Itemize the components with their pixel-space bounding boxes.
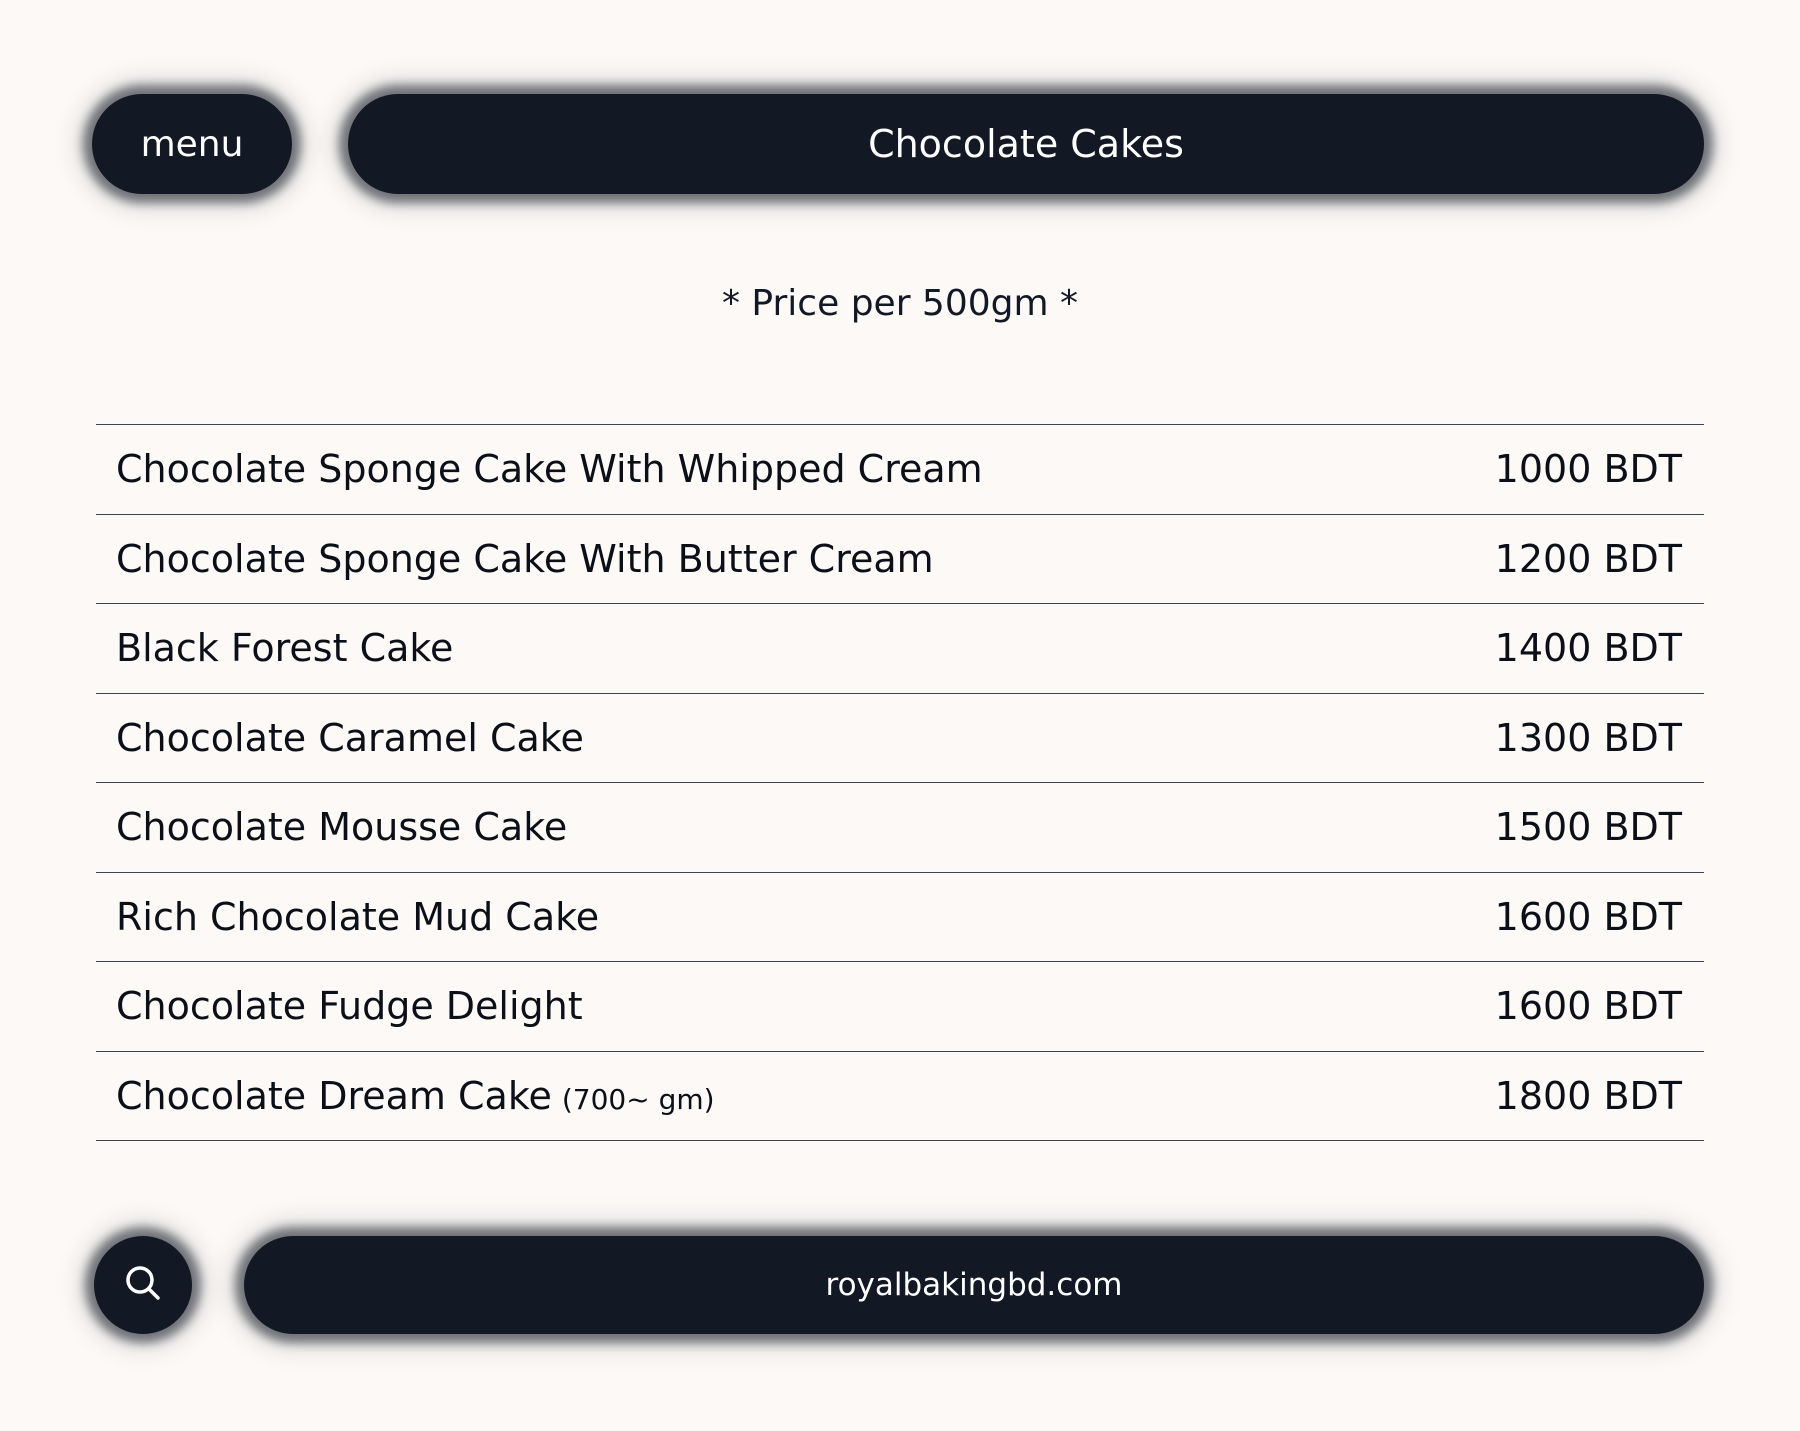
website-link[interactable]: royalbakingbd.com xyxy=(244,1236,1704,1334)
item-price: 1800 BDT xyxy=(1494,1073,1682,1118)
item-name: Black Forest Cake xyxy=(116,626,454,671)
list-item: Chocolate Sponge Cake With Butter Cream … xyxy=(96,515,1704,604)
menu-button-label: menu xyxy=(140,123,244,165)
item-name: Chocolate Sponge Cake With Butter Cream xyxy=(116,536,934,581)
list-item: Chocolate Caramel Cake 1300 BDT xyxy=(96,694,1704,783)
page-title: Chocolate Cakes xyxy=(868,122,1184,166)
item-price: 1000 BDT xyxy=(1494,447,1682,492)
item-price: 1400 BDT xyxy=(1494,626,1682,671)
item-price: 1300 BDT xyxy=(1494,715,1682,760)
item-name: Rich Chocolate Mud Cake xyxy=(116,894,600,939)
list-item: Chocolate Sponge Cake With Whipped Cream… xyxy=(96,425,1704,515)
list-item: Black Forest Cake 1400 BDT xyxy=(96,604,1704,694)
list-item: Rich Chocolate Mud Cake 1600 BDT xyxy=(96,873,1704,962)
page-title-bar: Chocolate Cakes xyxy=(348,94,1704,194)
item-name: Chocolate Sponge Cake With Whipped Cream xyxy=(116,447,983,492)
list-item: Chocolate Dream Cake (700~ gm) 1800 BDT xyxy=(96,1052,1704,1141)
menu-button[interactable]: menu xyxy=(92,94,292,194)
item-name: Chocolate Caramel Cake xyxy=(116,715,584,760)
item-price: 1500 BDT xyxy=(1494,805,1682,850)
price-list: Chocolate Sponge Cake With Whipped Cream… xyxy=(96,424,1704,1141)
item-name: Chocolate Fudge Delight xyxy=(116,984,583,1029)
list-item: Chocolate Fudge Delight 1600 BDT xyxy=(96,962,1704,1052)
item-price: 1600 BDT xyxy=(1494,984,1682,1029)
item-price: 1200 BDT xyxy=(1494,536,1682,581)
list-item: Chocolate Mousse Cake 1500 BDT xyxy=(96,783,1704,873)
item-name: Chocolate Mousse Cake xyxy=(116,805,568,850)
item-name: Chocolate Dream Cake (700~ gm) xyxy=(116,1073,715,1118)
search-button[interactable] xyxy=(94,1236,192,1334)
price-note: * Price per 500gm * xyxy=(721,283,1079,324)
item-price: 1600 BDT xyxy=(1494,894,1682,939)
item-weight-note: (700~ gm) xyxy=(561,1082,715,1116)
search-icon xyxy=(123,1263,163,1307)
website-label: royalbakingbd.com xyxy=(825,1267,1123,1303)
